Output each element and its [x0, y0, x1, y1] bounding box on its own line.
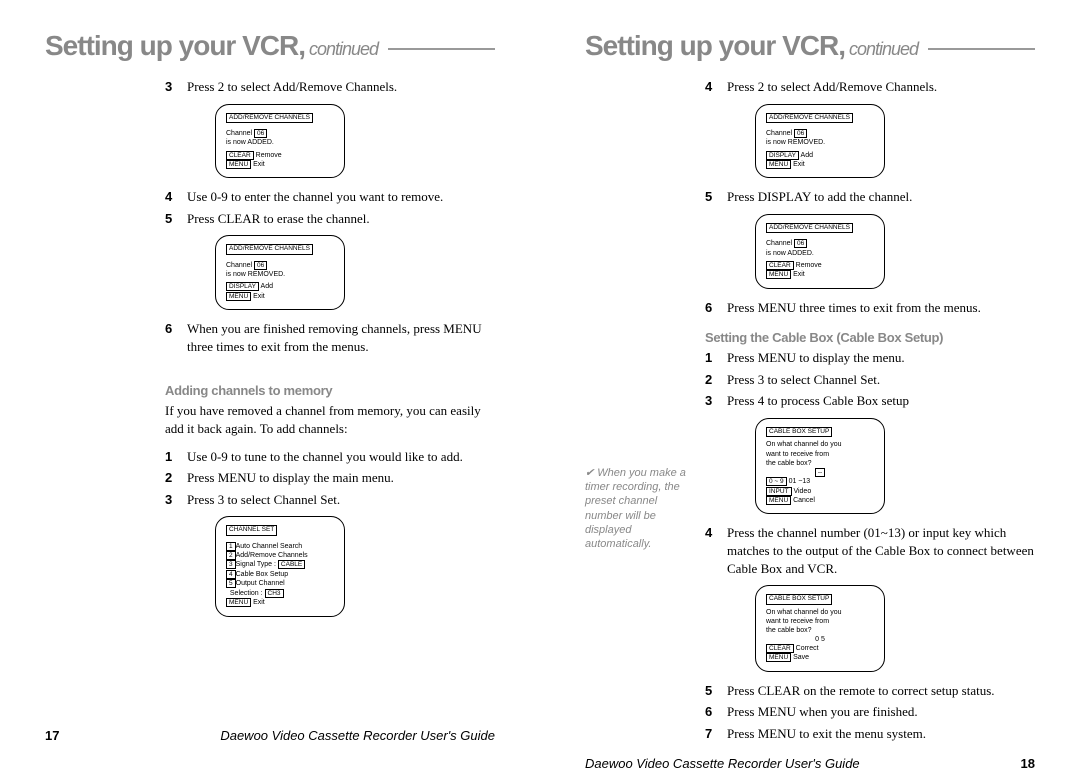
aside-right: When you make a timer recording, the pre…	[585, 78, 705, 746]
step-item: 6Press MENU when you are finished.	[705, 703, 1035, 721]
step-item: 2 Press MENU to display the main menu.	[165, 469, 495, 487]
osd-screen: ADD/REMOVE CHANNELS Channel 06is now REM…	[215, 235, 345, 310]
page-18: Setting up your VCR, continued When you …	[540, 0, 1080, 763]
intro-text: If you have removed a channel from memor…	[165, 402, 495, 437]
title-continued: continued	[309, 39, 378, 60]
aside-left	[45, 78, 165, 718]
step-item: 7Press MENU to exit the menu system.	[705, 725, 1035, 743]
footer: 17 Daewoo Video Cassette Recorder User's…	[45, 718, 495, 743]
step-item: 3 Press 2 to select Add/Remove Channels.	[165, 78, 495, 96]
step-item: 5 Press DISPLAY to add the channel.	[705, 188, 1035, 206]
osd-screen: CHANNEL SET 1Auto Channel Search 2Add/Re…	[215, 516, 345, 617]
step-item: 4Press the channel number (01~13) or inp…	[705, 524, 1035, 577]
page-number: 17	[45, 728, 59, 743]
main-column: 3 Press 2 to select Add/Remove Channels.…	[165, 78, 495, 718]
step-item: 5 Press CLEAR to erase the channel.	[165, 210, 495, 228]
title-continued: continued	[849, 39, 918, 60]
step-item: 1Press MENU to display the menu.	[705, 349, 1035, 367]
step-item: 4 Press 2 to select Add/Remove Channels.	[705, 78, 1035, 96]
title-rule	[388, 48, 495, 50]
subheading: Setting the Cable Box (Cable Box Setup)	[705, 330, 1035, 345]
step-item: 2Press 3 to select Channel Set.	[705, 371, 1035, 389]
step-text: Press CLEAR to erase the channel.	[187, 210, 495, 228]
step-number: 4	[165, 188, 187, 206]
osd-title: ADD/REMOVE CHANNELS	[226, 113, 313, 123]
step-item: 1 Use 0-9 to tune to the channel you wou…	[165, 448, 495, 466]
osd-screen: CABLE BOX SETUP On what channel do you w…	[755, 585, 885, 672]
step-item: 5Press CLEAR on the remote to correct se…	[705, 682, 1035, 700]
step-number: 6	[165, 320, 187, 355]
page-17: Setting up your VCR, continued 3 Press 2…	[0, 0, 540, 763]
footer: Daewoo Video Cassette Recorder User's Gu…	[585, 746, 1035, 771]
aside-note: When you make a timer recording, the pre…	[585, 466, 695, 552]
osd-screen: CABLE BOX SETUP On what channel do you w…	[755, 418, 885, 514]
step-item: 3 Press 3 to select Channel Set.	[165, 491, 495, 509]
step-item: 4 Use 0-9 to enter the channel you want …	[165, 188, 495, 206]
content-wrap: When you make a timer recording, the pre…	[585, 78, 1035, 746]
step-number: 5	[165, 210, 187, 228]
subheading: Adding channels to memory	[165, 383, 495, 398]
page-number: 18	[1021, 756, 1035, 771]
footer-title: Daewoo Video Cassette Recorder User's Gu…	[585, 756, 860, 771]
title-main: Setting up your VCR,	[585, 30, 845, 62]
step-text: Press 2 to select Add/Remove Channels.	[187, 78, 495, 96]
page-title: Setting up your VCR, continued	[585, 30, 1035, 62]
footer-title: Daewoo Video Cassette Recorder User's Gu…	[220, 728, 495, 743]
content-wrap: 3 Press 2 to select Add/Remove Channels.…	[45, 78, 495, 718]
main-column: 4 Press 2 to select Add/Remove Channels.…	[705, 78, 1035, 746]
osd-screen: ADD/REMOVE CHANNELS Channel 06is now ADD…	[215, 104, 345, 179]
title-rule	[928, 48, 1035, 50]
osd-screen: ADD/REMOVE CHANNELS Channel 06is now REM…	[755, 104, 885, 179]
step-item: 3Press 4 to process Cable Box setup	[705, 392, 1035, 410]
page-title: Setting up your VCR, continued	[45, 30, 495, 62]
step-text: When you are finished removing channels,…	[187, 320, 495, 355]
title-main: Setting up your VCR,	[45, 30, 305, 62]
step-item: 6 Press MENU three times to exit from th…	[705, 299, 1035, 317]
osd-screen: ADD/REMOVE CHANNELS Channel 06is now ADD…	[755, 214, 885, 289]
step-item: 6 When you are finished removing channel…	[165, 320, 495, 355]
step-number: 3	[165, 78, 187, 96]
step-text: Use 0-9 to enter the channel you want to…	[187, 188, 495, 206]
